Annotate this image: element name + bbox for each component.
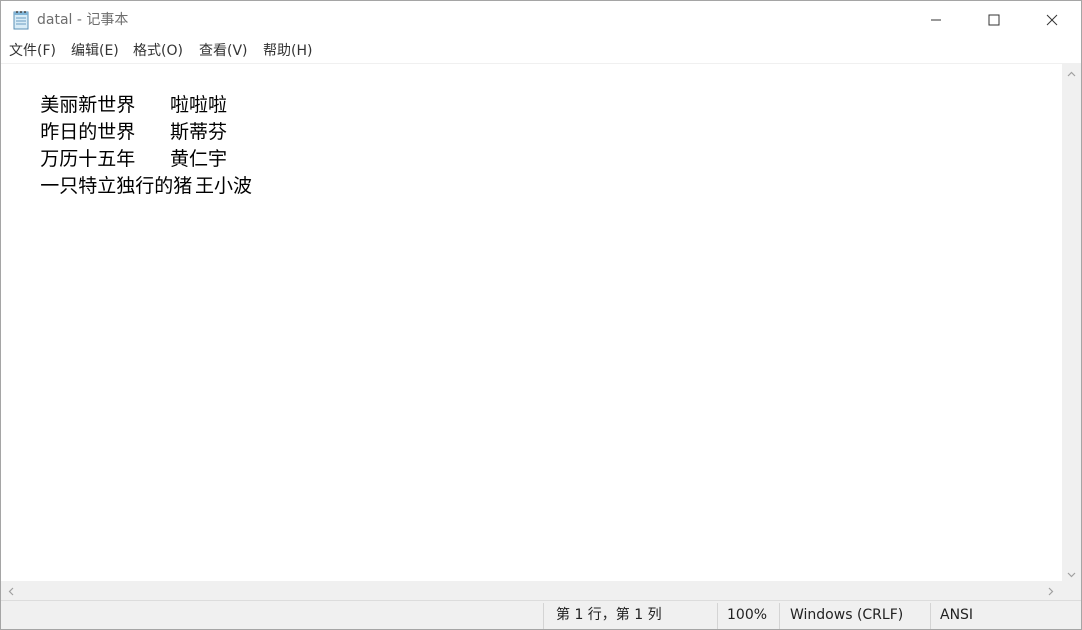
line-ending: Windows (CRLF) bbox=[790, 607, 904, 623]
text-line: 美丽新世界 啦啦啦 bbox=[4, 65, 227, 116]
line-author: 啦啦啦 bbox=[170, 94, 228, 116]
title-bar[interactable]: datal - 记事本 bbox=[1, 1, 1081, 39]
menu-view[interactable]: 查看(V) bbox=[199, 42, 248, 60]
menu-file[interactable]: 文件(F) bbox=[9, 42, 56, 60]
chevron-left-icon bbox=[8, 581, 14, 600]
close-icon bbox=[1046, 11, 1058, 30]
status-divider bbox=[779, 603, 780, 629]
menu-bar: 文件(F) 编辑(E) 格式(O) 查看(V) 帮助(H) bbox=[1, 39, 1081, 63]
text-line: 万历十五年 黄仁宇 bbox=[4, 119, 227, 170]
chevron-right-icon bbox=[1048, 581, 1054, 600]
horizontal-scrollbar[interactable] bbox=[1, 581, 1062, 600]
scroll-down-button[interactable] bbox=[1062, 564, 1081, 581]
line-author: 王小波 bbox=[195, 175, 253, 197]
notepad-window: datal - 记事本 文件(F) 编辑(E) 格式(O) 查看(V) 帮助(H… bbox=[0, 0, 1082, 630]
status-divider bbox=[543, 603, 544, 629]
maximize-icon bbox=[988, 11, 1000, 30]
text-line: 一只特立独行的猪 王小波 bbox=[4, 146, 252, 197]
scroll-up-button[interactable] bbox=[1062, 63, 1081, 80]
scroll-left-button[interactable] bbox=[1, 581, 20, 600]
maximize-button[interactable] bbox=[965, 1, 1023, 39]
vertical-scrollbar[interactable] bbox=[1062, 63, 1081, 581]
line-title: 一只特立独行的猪 bbox=[40, 175, 193, 197]
notepad-icon bbox=[12, 10, 30, 30]
close-button[interactable] bbox=[1023, 1, 1081, 39]
scrollbar-corner bbox=[1062, 581, 1081, 600]
status-divider bbox=[930, 603, 931, 629]
menu-format[interactable]: 格式(O) bbox=[133, 42, 183, 60]
encoding: ANSI bbox=[940, 607, 974, 623]
menu-edit[interactable]: 编辑(E) bbox=[71, 42, 119, 60]
cursor-position: 第 1 行，第 1 列 bbox=[556, 607, 662, 623]
minimize-icon bbox=[930, 11, 942, 30]
text-line: 昨日的世界 斯蒂芬 bbox=[4, 92, 227, 143]
menu-help[interactable]: 帮助(H) bbox=[263, 42, 312, 60]
scroll-right-button[interactable] bbox=[1041, 581, 1060, 600]
zoom-level: 100% bbox=[727, 607, 768, 623]
status-divider bbox=[717, 603, 718, 629]
status-bar: 第 1 行，第 1 列 100% Windows (CRLF) ANSI bbox=[1, 600, 1081, 629]
line-author: 斯蒂芬 bbox=[170, 121, 228, 143]
chevron-down-icon bbox=[1067, 563, 1076, 582]
window-title: datal - 记事本 bbox=[37, 12, 129, 28]
text-editor[interactable]: 美丽新世界 啦啦啦 昨日的世界 斯蒂芬 万历十五年 黄仁宇 一只特立独行的猪 王小波 bbox=[1, 63, 1062, 582]
chevron-up-icon bbox=[1067, 62, 1076, 81]
minimize-button[interactable] bbox=[907, 1, 965, 39]
